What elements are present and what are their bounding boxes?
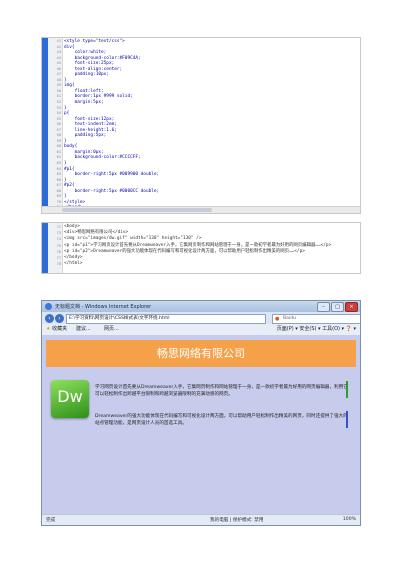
close-button[interactable]: × [345, 302, 358, 312]
favorites-label: 收藏夹 [52, 326, 68, 332]
code-text: text-align:center; [64, 66, 123, 72]
code-text: <p id="p1">学习网页设计首先要从Dreamweaver入手，它集网页制… [64, 242, 332, 248]
status-text: 完成 [46, 518, 56, 523]
code-text: p{ [64, 111, 70, 117]
back-arrow-icon[interactable]: ‹ [45, 314, 54, 323]
html-code-editor[interactable]: 72 <body> 73 <div>畅思网络有限公司</div> 74 <img src=… [41, 222, 361, 274]
fav-item-label: 建议... [76, 326, 91, 332]
code-text: line-height:1.6; [64, 127, 117, 133]
fav-item-label: 网页... [104, 326, 119, 332]
banner-title: 畅思网络有限公司 [157, 347, 245, 360]
suggested-sites-button[interactable]: 建议... [76, 326, 91, 333]
command-bar[interactable]: 页面(P) ▾ 安全(S) ▾ 工具(O) ▾ ❓ ▾ [277, 326, 356, 333]
code-text: border:1px #999 solid; [64, 94, 133, 100]
code-text: </body> [64, 254, 83, 260]
maximize-button[interactable]: □ [331, 302, 344, 312]
p2-right-border [346, 411, 348, 428]
code-text: padding:5px; [64, 133, 107, 139]
address-input[interactable]: E:\学习资料\网页设计\CSS样式表\文字环绕.html [66, 314, 266, 324]
window-title: 无标题文档 - Windows Internet Explorer [55, 304, 152, 310]
code-text: } [64, 194, 67, 200]
scroll-thumb[interactable] [62, 208, 212, 212]
css-code-area[interactable]: 41 <style type="text/css"> 42 div{43 color:… [57, 39, 358, 211]
code-text: <div>畅思网络有限公司</div> [64, 230, 129, 236]
html-code-area[interactable]: 72 <body> 73 <div>畅思网络有限公司</div> 74 <img src=… [57, 224, 358, 267]
code-text: <img src="images/dw.gif" width="130" hei… [64, 236, 202, 242]
code-text: body{ [64, 144, 78, 150]
dreamweaver-logo: Dw [51, 380, 89, 418]
paragraph-1: 学习网页设计首先要从Dreamweaver入手，它集网页制作和网站管理于一身，是… [95, 385, 348, 397]
search-input[interactable]: ● Baidu [272, 314, 360, 324]
code-line: 78 </html> [57, 261, 358, 267]
code-text: img{ [64, 83, 75, 89]
code-text: text-indent:2em; [64, 122, 117, 128]
code-text: <p id="p2">Dreamweaver的强大功能体现在代码编写和可视化设计… [64, 248, 305, 254]
code-text: } [64, 177, 67, 183]
window-titlebar: 无标题文档 - Windows Internet Explorer – □ × [42, 301, 360, 312]
ie-icon [45, 303, 52, 310]
web-slice-button[interactable]: 网页... [104, 326, 119, 333]
horizontal-scrollbar[interactable] [42, 206, 360, 213]
zoom-level[interactable]: 100% [343, 517, 356, 522]
logo-text: Dw [57, 387, 83, 406]
code-text: margin:5px; [64, 100, 104, 106]
code-text: background-color:#CCCCFF; [64, 155, 141, 161]
code-text: <body> [64, 224, 80, 229]
code-text: padding:10px; [64, 72, 109, 78]
paragraph-2: Dreamweaver的强大功能体现在代码编写和可视化设计两方面，可以帮助用户轻… [95, 414, 348, 426]
css-code-editor[interactable]: 41 <style type="text/css"> 42 div{43 color:… [41, 37, 361, 214]
forward-arrow-icon[interactable]: › [55, 314, 64, 323]
search-placeholder: Baidu [283, 316, 297, 321]
line-number: 78 [56, 262, 61, 267]
star-icon: ★ [46, 326, 51, 332]
status-bar: 完成 我的电脑 | 保护模式: 禁用 100% [42, 514, 360, 525]
ie-browser-window: 无标题文档 - Windows Internet Explorer – □ × … [41, 300, 361, 526]
minimize-button[interactable]: – [317, 302, 330, 312]
code-text: </html> [64, 261, 83, 267]
favorites-button[interactable]: ★ 收藏夹 [46, 326, 67, 333]
code-text: font-size:25px; [64, 61, 115, 67]
page-viewport: 畅思网络有限公司 Dw 学习网页设计首先要从Dreamweaver入手，它集网页… [42, 335, 360, 515]
code-text: border-right:5px #009900 double; [64, 172, 160, 178]
code-text: } [64, 161, 67, 167]
search-icon: ● [275, 316, 280, 322]
company-banner: 畅思网络有限公司 [46, 340, 356, 367]
zone-text: 我的电脑 | 保护模式: 禁用 [210, 518, 264, 523]
code-text: background-color:#F09C4A; [64, 55, 141, 61]
p1-right-border [346, 381, 348, 398]
code-text: border-right:5px #0000CC double; [64, 188, 160, 194]
code-text: #p2{ [64, 183, 75, 189]
address-bar-row: ‹ › E:\学习资料\网页设计\CSS样式表\文字环绕.html ● Baid… [42, 312, 360, 324]
code-text: <style type="text/css"> [64, 39, 125, 44]
code-text: div{ [64, 44, 75, 50]
code-text: #p1{ [64, 166, 75, 172]
code-text: color:white; [64, 50, 107, 56]
code-text: font-size:12px; [64, 116, 115, 122]
code-text: } [64, 105, 67, 111]
